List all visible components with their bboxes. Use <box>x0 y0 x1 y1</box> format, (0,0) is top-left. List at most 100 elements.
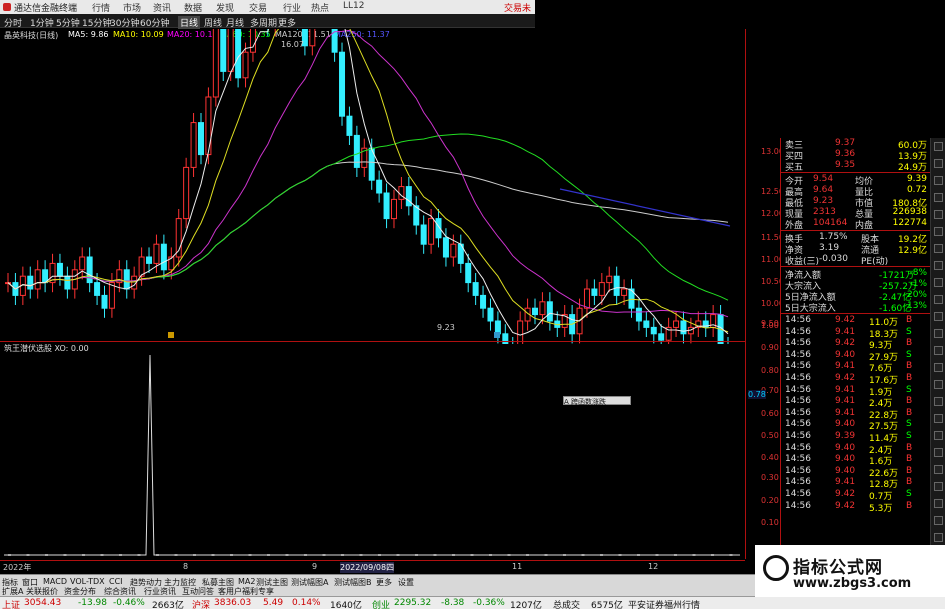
period-0[interactable]: 分时 <box>4 16 22 29</box>
period-2[interactable]: 5分钟 <box>56 16 80 29</box>
indicator-dot <box>729 554 733 556</box>
candle-body <box>428 218 435 245</box>
candle-body <box>613 275 620 296</box>
date-cursor: 2022/09/08四 <box>340 562 395 573</box>
side-tool-icon[interactable] <box>934 244 943 253</box>
tick-direction: B <box>906 338 913 349</box>
indicator-dot <box>711 554 714 556</box>
period-7[interactable]: 周线 <box>204 16 222 29</box>
menu-3[interactable]: 数据 <box>184 1 202 14</box>
side-tool-icon[interactable] <box>934 397 943 406</box>
period-10[interactable]: 更多 <box>278 16 296 29</box>
side-tool-icon[interactable] <box>934 227 943 236</box>
indicator-dot <box>544 554 548 556</box>
indicator-tick: 1.00 <box>761 321 779 330</box>
side-toolbar <box>930 138 945 558</box>
flow-pct: -8% <box>909 268 927 278</box>
candle-body <box>398 186 405 200</box>
side-tool-icon[interactable] <box>934 329 943 338</box>
indicator-dot <box>396 554 400 556</box>
side-tool-icon[interactable] <box>934 346 943 355</box>
side-tool-icon[interactable] <box>934 448 943 457</box>
candle-body <box>64 275 71 290</box>
tick-price: 9.39 <box>835 431 856 441</box>
side-tool-icon[interactable] <box>934 210 943 219</box>
candle-body <box>487 307 494 322</box>
indicator-tab-4[interactable]: CCI <box>109 577 123 586</box>
candlestick-chart[interactable]: 16.07 9.23 <box>0 29 745 344</box>
side-tool-icon[interactable] <box>934 533 943 542</box>
side-tool-icon[interactable] <box>934 278 943 287</box>
tick-row: 14:56 9.41 22.8万 B <box>783 407 929 421</box>
date-tick: 2022年 <box>3 563 32 572</box>
candle-body <box>34 269 41 290</box>
tick-price: 9.40 <box>835 454 856 465</box>
flow-pct: -20% <box>903 290 927 300</box>
period-3[interactable]: 15分钟 <box>82 16 111 29</box>
stat-row: 现量 2313 总量 226938 <box>783 207 929 220</box>
indicator-dot <box>174 554 178 556</box>
indicator-dot <box>45 554 48 556</box>
indicator-tab-2[interactable]: MACD <box>43 577 67 586</box>
sz-index-label[interactable]: 沪深 <box>192 598 210 609</box>
side-tool-icon[interactable] <box>934 295 943 304</box>
side-tool-icon[interactable] <box>934 176 943 185</box>
indicator-chart[interactable] <box>0 342 745 559</box>
menu-8[interactable]: LL12 <box>343 1 364 11</box>
cy-index-pct: -0.36% <box>473 598 505 608</box>
indicator-tab-8[interactable]: MA2 <box>238 577 255 586</box>
stat-value: 1.75% <box>819 232 848 242</box>
period-1[interactable]: 1分钟 <box>30 16 54 29</box>
indicator-tick: 0.50 <box>761 431 779 440</box>
indicator-dot <box>100 554 104 556</box>
cy-index-label[interactable]: 创业 <box>372 598 390 609</box>
sh-index-pct: -0.46% <box>113 598 145 608</box>
high-annotation: 16.07 <box>281 40 304 49</box>
side-tool-icon[interactable] <box>934 159 943 168</box>
candle-body <box>235 29 242 79</box>
order-price: 9.37 <box>835 138 856 148</box>
date-tick: 11 <box>512 562 523 571</box>
candle-body <box>27 275 34 290</box>
menu-0[interactable]: 行情 <box>92 1 110 14</box>
menu-4[interactable]: 发现 <box>216 1 234 14</box>
tick-time: 14:56 <box>785 477 811 488</box>
menu-2[interactable]: 资讯 <box>153 1 171 14</box>
side-tool-icon[interactable] <box>934 193 943 202</box>
menu-5[interactable]: 交易 <box>249 1 267 14</box>
indicator-tab-3[interactable]: VOL-TDX <box>70 577 105 586</box>
date-tick: 8 <box>183 562 189 571</box>
trade-status[interactable]: 交易未 <box>504 1 531 14</box>
side-tool-icon[interactable] <box>934 414 943 423</box>
tick-price: 9.41 <box>835 384 856 395</box>
side-tool-icon[interactable] <box>934 465 943 474</box>
indicator-tick: 0.10 <box>761 518 779 527</box>
side-tool-icon[interactable] <box>934 499 943 508</box>
side-tool-icon[interactable] <box>934 312 943 321</box>
side-tool-icon[interactable] <box>934 431 943 440</box>
ma5-line <box>7 29 729 336</box>
order-book-row: 卖三 9.37 60.0万 <box>783 138 929 151</box>
side-tool-icon[interactable] <box>934 380 943 389</box>
side-tool-icon[interactable] <box>934 261 943 270</box>
menu-1[interactable]: 市场 <box>123 1 141 14</box>
menu-7[interactable]: 热点 <box>311 1 329 14</box>
period-9[interactable]: 多周期 <box>250 16 277 29</box>
period-6[interactable]: 日线 <box>178 16 201 29</box>
indicator-dot <box>211 554 215 556</box>
date-tick: 12 <box>648 562 659 571</box>
side-tool-icon[interactable] <box>934 142 943 151</box>
side-tool-icon[interactable] <box>934 482 943 491</box>
period-4[interactable]: 30分钟 <box>110 16 139 29</box>
tick-time: 14:56 <box>785 361 811 372</box>
sh-index-label[interactable]: 上证 <box>2 598 20 609</box>
period-8[interactable]: 月线 <box>226 16 244 29</box>
period-5[interactable]: 60分钟 <box>140 16 169 29</box>
tick-direction: S <box>906 431 912 441</box>
menu-6[interactable]: 行业 <box>283 1 301 14</box>
watermark: 指标公式网 www.zbgs3.com <box>755 545 945 597</box>
tick-direction: B <box>906 407 913 418</box>
side-tool-icon[interactable] <box>934 363 943 372</box>
tick-price: 9.41 <box>835 477 856 488</box>
side-tool-icon[interactable] <box>934 516 943 525</box>
